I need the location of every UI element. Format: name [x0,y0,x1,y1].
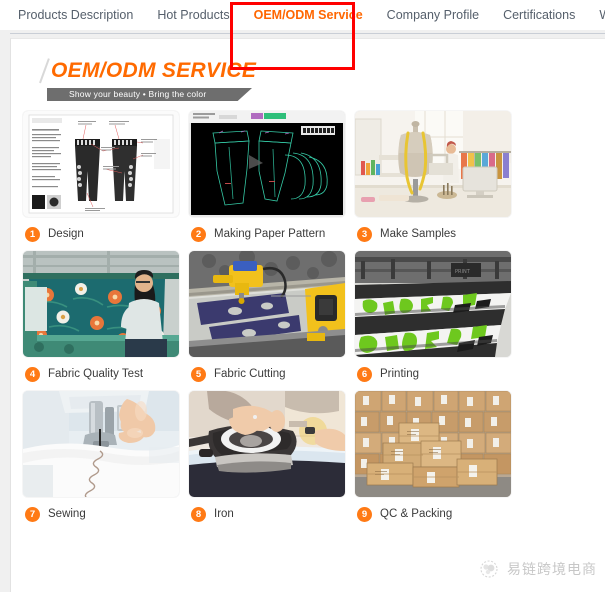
tab-products-description[interactable]: Products Description [18,0,133,30]
process-step-card[interactable]: 3 Make Samples [355,111,521,251]
svg-text:PRINT: PRINT [455,269,471,275]
tab-certifications[interactable]: Certifications [503,0,575,30]
section-heading: OEM/ODM SERVICE Show your beauty • Bring… [33,57,256,101]
cartons-stack-thumbnail[interactable] [355,391,511,497]
step-caption: 9 QC & Packing [355,497,521,531]
process-step-card[interactable]: 7 Sewing [23,391,189,531]
step-number-badge: 9 [357,506,372,522]
watermark: 易链跨境电商 [478,558,597,580]
process-step-card[interactable]: 9 QC & Packing [355,391,521,531]
design-sketch-thumbnail[interactable] [23,111,179,217]
watermark-text: 易链跨境电商 [507,562,597,578]
step-label: Making Paper Pattern [214,228,326,240]
step-caption: 3 Make Samples [355,217,521,251]
process-step-card[interactable]: 4 Fabric Quality Test [23,251,189,391]
tab-company-profile[interactable]: Company Profile [387,0,479,30]
step-label: QC & Packing [380,508,453,520]
step-caption: 4 Fabric Quality Test [23,357,189,391]
process-step-card[interactable]: 2 Making Paper Pattern [189,111,355,251]
step-number-badge: 6 [357,366,372,382]
step-caption: 7 Sewing [23,497,189,531]
step-label: Sewing [48,508,86,520]
section-tab-bar[interactable]: Products Description Hot Products OEM/OD… [0,0,605,30]
step-number-badge: 3 [357,226,372,242]
step-number-badge: 7 [25,506,40,522]
tab-why-choose-us[interactable]: Why Cho [599,0,605,30]
step-label: Fabric Cutting [214,368,286,380]
step-caption: 2 Making Paper Pattern [189,217,355,251]
screen-printing-thumbnail[interactable]: PRINT [355,251,511,357]
step-number-badge: 2 [191,226,206,242]
tab-oem-odm-service[interactable]: OEM/ODM Service [254,0,363,30]
tab-hot-products[interactable]: Hot Products [157,0,229,30]
step-number-badge: 4 [25,366,40,382]
section-subtitle-banner: Show your beauty • Bring the color [47,88,252,101]
ironing-thumbnail[interactable] [189,391,345,497]
process-step-card[interactable]: 5 Fabric Cutting [189,251,355,391]
step-label: Fabric Quality Test [48,368,144,380]
process-step-card[interactable]: 8 Iron [189,391,355,531]
process-step-card[interactable]: PRINT 6 Printing [355,251,521,391]
step-caption: 5 Fabric Cutting [189,357,355,391]
step-label: Iron [214,508,234,520]
step-number-badge: 5 [191,366,206,382]
cad-pattern-thumbnail[interactable] [189,111,345,217]
step-number-badge: 8 [191,506,206,522]
cloud-logo-icon [478,558,500,580]
process-step-card[interactable]: 1 Design [23,111,189,251]
fabric-inspection-thumbnail[interactable] [23,251,179,357]
section-title: OEM/ODM SERVICE [51,59,257,82]
step-label: Design [48,228,84,240]
sewing-machine-thumbnail[interactable] [23,391,179,497]
step-label: Make Samples [380,228,457,240]
mannequin-studio-thumbnail[interactable] [355,111,511,217]
process-steps-grid: 1 Design 2 Making Paper Pattern 3 Make S… [23,111,543,531]
slash-decoration-icon [33,57,47,83]
tab-bar-divider [10,33,605,34]
oem-odm-content-panel: OEM/ODM SERVICE Show your beauty • Bring… [10,38,605,592]
step-caption: 6 Printing [355,357,521,391]
step-caption: 8 Iron [189,497,355,531]
step-number-badge: 1 [25,226,40,242]
step-caption: 1 Design [23,217,189,251]
step-label: Printing [380,368,419,380]
cnc-cutting-machine-thumbnail[interactable] [189,251,345,357]
